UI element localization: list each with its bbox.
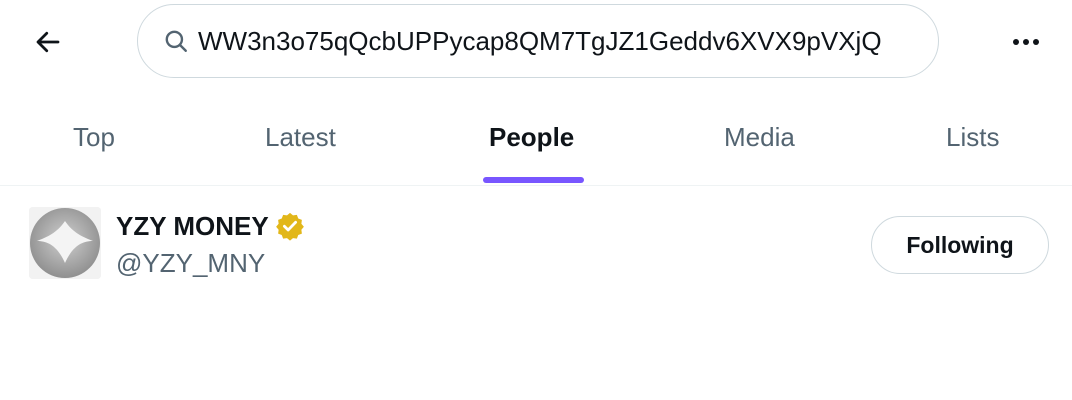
back-button[interactable] [22, 22, 74, 62]
display-name-row: YZY MONEY [116, 208, 305, 244]
tab-lists[interactable]: Lists [878, 96, 1072, 185]
search-input[interactable] [198, 25, 898, 57]
search-icon [162, 27, 190, 55]
tab-latest[interactable]: Latest [190, 96, 420, 185]
search-box[interactable] [137, 4, 939, 78]
tab-top[interactable]: Top [0, 96, 190, 185]
active-tab-indicator [483, 177, 584, 183]
more-options-button[interactable] [1004, 22, 1048, 62]
gold-verified-badge-icon [275, 211, 305, 241]
arrow-left-icon [36, 31, 60, 53]
avatar[interactable] [29, 207, 101, 279]
tab-label: Media [724, 122, 795, 152]
tab-label: Lists [946, 122, 1000, 152]
tab-media[interactable]: Media [648, 96, 878, 185]
tab-people[interactable]: People [420, 96, 648, 185]
search-tabs: Top Latest People Media Lists [0, 96, 1072, 186]
user-result-row[interactable]: YZY MONEY @YZY_MNY Following [0, 196, 1072, 296]
user-handle: @YZY_MNY [116, 248, 266, 278]
following-button[interactable]: Following [871, 216, 1049, 274]
tab-label: Latest [265, 122, 336, 152]
more-horizontal-icon [1013, 39, 1039, 45]
display-name: YZY MONEY [116, 210, 269, 241]
tab-label: Top [73, 122, 115, 152]
top-bar [0, 0, 1072, 86]
tab-label: People [489, 122, 575, 152]
